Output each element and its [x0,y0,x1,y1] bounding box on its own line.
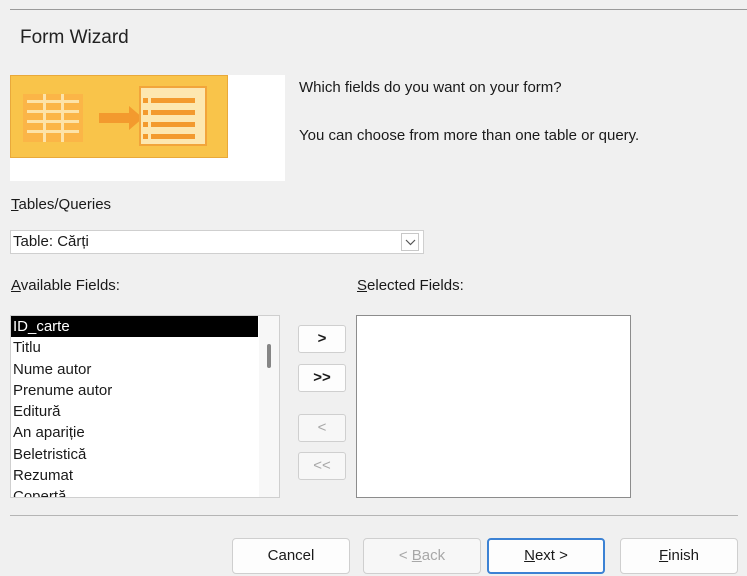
tables-queries-label: Tables/Queries [11,196,112,213]
selected-fields-list[interactable] [356,315,631,498]
chevron-down-icon[interactable] [401,233,419,251]
list-item[interactable]: Rezumat [11,465,279,486]
remove-all-fields-button[interactable]: << [298,452,346,480]
list-item[interactable]: Copertă [11,486,279,497]
list-item[interactable]: ID_carte [11,316,258,338]
wizard-banner [10,75,285,181]
remove-field-button[interactable]: < [298,414,346,442]
list-item[interactable]: Nume autor [11,359,279,380]
list-item[interactable]: Beletristică [11,444,279,465]
available-fields-label: Available Fields: [11,277,120,294]
tables-queries-value: Table: Cărți [13,233,89,250]
selected-fields-label: Selected Fields: [357,277,464,294]
list-item[interactable]: Editură [11,401,279,422]
wizard-illustration-icon [10,75,228,158]
vertical-scrollbar[interactable] [259,316,279,497]
window-title: Form Wizard [20,27,129,48]
tables-queries-combobox[interactable]: Table: Cărți [10,230,424,254]
footer-divider [10,515,738,516]
window-top-border [10,9,747,10]
add-all-fields-button[interactable]: >> [298,364,346,392]
scrollbar-thumb[interactable] [267,344,271,368]
finish-button[interactable]: Finish [620,538,738,574]
wizard-hint: You can choose from more than one table … [299,127,640,144]
cancel-button[interactable]: Cancel [232,538,350,574]
list-item[interactable]: Titlu [11,337,279,358]
available-fields-list[interactable]: ID_carte Titlu Nume autor Prenume autor … [10,315,280,498]
next-button[interactable]: Next > [487,538,605,574]
list-item[interactable]: Prenume autor [11,380,279,401]
add-field-button[interactable]: > [298,325,346,353]
back-button[interactable]: < Back [363,538,481,574]
wizard-question: Which fields do you want on your form? [299,79,562,96]
list-item[interactable]: An apariție [11,422,279,443]
